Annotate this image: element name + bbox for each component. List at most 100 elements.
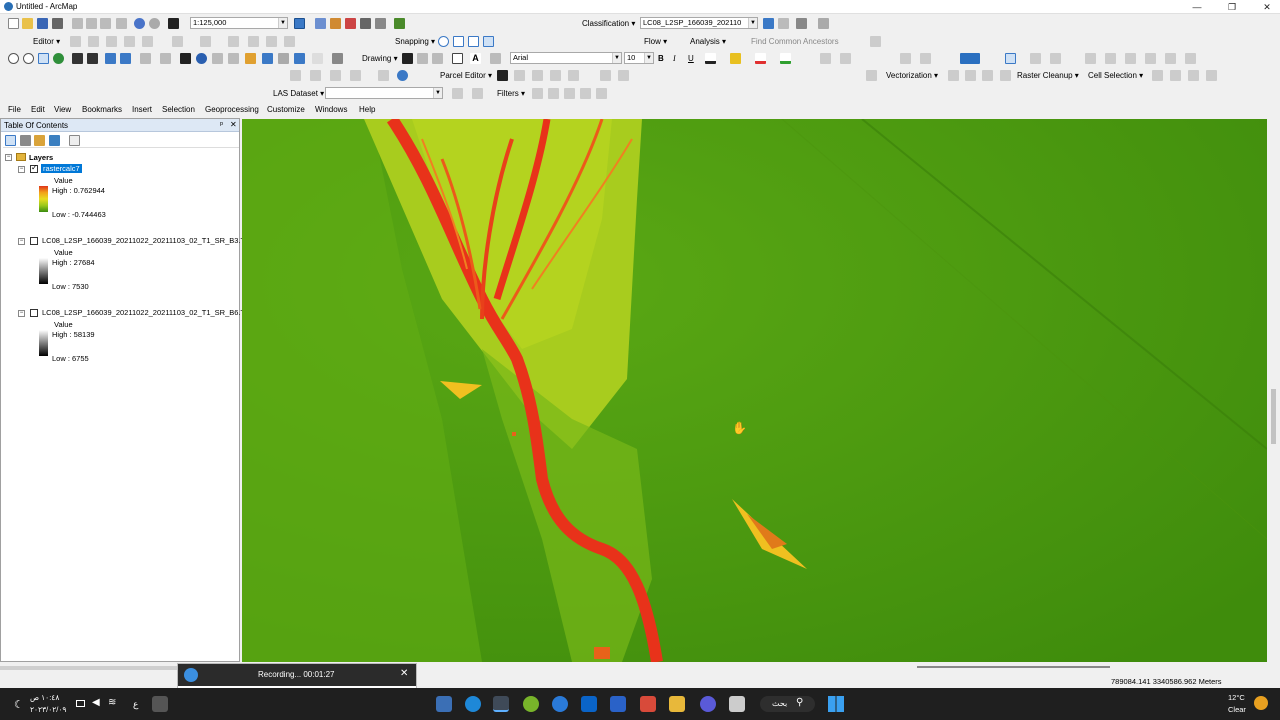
cell-selection-menu[interactable]: Cell Selection ▾ xyxy=(1088,67,1143,84)
zoom-out-icon[interactable] xyxy=(23,53,34,64)
parcel-split-icon[interactable] xyxy=(550,70,561,81)
trace-icon[interactable] xyxy=(1105,53,1116,64)
clear-selection-icon[interactable] xyxy=(160,53,171,64)
edit-vertices-icon[interactable] xyxy=(490,53,501,64)
model-builder-icon[interactable] xyxy=(375,18,386,29)
delete-icon[interactable] xyxy=(116,18,127,29)
measure-icon[interactable] xyxy=(245,53,256,64)
raster-color-swatch-icon[interactable] xyxy=(960,53,980,64)
go-to-xy-icon[interactable] xyxy=(294,53,305,64)
parcel-editor-menu[interactable]: Parcel Editor ▾ xyxy=(440,67,492,84)
store-taskbar-icon[interactable] xyxy=(610,696,626,712)
teams-taskbar-icon[interactable] xyxy=(700,696,716,712)
edit-tool-icon[interactable] xyxy=(70,36,81,47)
reshape-icon[interactable] xyxy=(124,36,135,47)
analysis-menu[interactable]: Analysis ▾ xyxy=(690,33,726,50)
vertex-snapping-icon[interactable] xyxy=(468,36,479,47)
wifi-icon[interactable]: ≋ xyxy=(108,697,116,708)
maximize-button[interactable]: ❐ xyxy=(1221,1,1243,13)
mail-taskbar-icon[interactable] xyxy=(581,696,597,712)
taskbar-date[interactable]: ٢٠٢٣/٠٢/٠٩ xyxy=(30,705,66,714)
menu-bookmarks[interactable]: Bookmarks xyxy=(82,105,122,114)
vectorization-menu[interactable]: Vectorization ▾ xyxy=(886,67,938,84)
line-offset-icon[interactable] xyxy=(330,70,341,81)
fixed-zoom-out-icon[interactable] xyxy=(87,53,98,64)
filters-menu[interactable]: Filters ▾ xyxy=(497,85,525,102)
classify-icon[interactable] xyxy=(778,18,789,29)
training-sample-icon[interactable] xyxy=(796,18,807,29)
new-document-icon[interactable] xyxy=(8,18,19,29)
feature-construction-icon[interactable] xyxy=(1085,53,1096,64)
forward-extent-icon[interactable] xyxy=(120,53,131,64)
rectangle-icon[interactable] xyxy=(452,53,463,64)
error-inspector-icon[interactable] xyxy=(284,36,295,47)
layer-name-rastercalc7[interactable]: rastercalc7 xyxy=(41,164,82,173)
raster-select-icon[interactable] xyxy=(1005,53,1016,64)
vectorize-options-icon[interactable] xyxy=(1185,53,1196,64)
file-explorer-taskbar-icon[interactable] xyxy=(669,696,685,712)
catalog-icon[interactable] xyxy=(330,18,341,29)
qgis-taskbar-icon[interactable] xyxy=(523,696,539,712)
parcel-details-icon[interactable] xyxy=(514,70,525,81)
whats-this-icon[interactable] xyxy=(394,18,405,29)
toc-pin-icon[interactable]: ᵖ xyxy=(220,120,223,129)
scroll-thumb[interactable] xyxy=(1271,389,1276,444)
editor-toolbar-icon[interactable] xyxy=(294,18,305,29)
create-features-icon[interactable] xyxy=(228,36,239,47)
undo-icon[interactable] xyxy=(134,18,145,29)
histogram-icon[interactable] xyxy=(763,18,774,29)
straight-segment-icon[interactable] xyxy=(88,36,99,47)
parcel-merge-icon[interactable] xyxy=(568,70,579,81)
data-frame-label[interactable]: Layers xyxy=(29,153,53,162)
close-window-button[interactable]: ✕ xyxy=(1256,1,1278,13)
validate-icon[interactable] xyxy=(266,36,277,47)
horizontal-scrollbar[interactable] xyxy=(0,666,180,670)
trace-clear-icon[interactable] xyxy=(870,36,881,47)
python-window-icon[interactable] xyxy=(360,18,371,29)
arcmap-taskbar-icon[interactable] xyxy=(493,696,509,712)
search-box[interactable]: بحث ⚲ xyxy=(760,696,815,712)
parcel-divide-icon[interactable] xyxy=(600,70,611,81)
list-by-drawing-order-icon[interactable] xyxy=(5,135,16,146)
menu-selection[interactable]: Selection xyxy=(162,105,195,114)
map-vertical-scrollbar[interactable] xyxy=(1268,119,1280,662)
underline-button[interactable]: U xyxy=(688,50,694,67)
weather-sun-icon[interactable] xyxy=(1254,696,1268,710)
las-point-icon[interactable] xyxy=(596,88,607,99)
windows-start-icon[interactable] xyxy=(828,696,844,712)
layer-name-b6[interactable]: LC08_L2SP_166039_20211022_20211103_02_T1… xyxy=(42,308,252,317)
point-snapping-icon[interactable] xyxy=(438,36,449,47)
las-dataset-combo[interactable]: ▼ xyxy=(325,87,443,99)
menu-customize[interactable]: Customize xyxy=(267,105,305,114)
raster-cleanup-menu[interactable]: Raster Cleanup ▾ xyxy=(1017,67,1079,84)
copy-icon[interactable] xyxy=(86,18,97,29)
layers-collapse-icon[interactable]: − xyxy=(5,154,12,161)
raster-brush-icon[interactable] xyxy=(920,53,931,64)
time-slider-icon[interactable] xyxy=(312,53,323,64)
las-zoom-icon[interactable] xyxy=(580,88,591,99)
map-scale-combo[interactable]: 1:125,000 ▼ xyxy=(190,17,288,29)
las-symbology-icon[interactable] xyxy=(452,88,463,99)
volume-icon[interactable]: ◀ xyxy=(92,697,100,708)
classification-menu[interactable]: Classification ▾ xyxy=(582,15,635,32)
signature-icon[interactable] xyxy=(818,18,829,29)
menu-windows[interactable]: Windows xyxy=(315,105,347,114)
map-horizontal-scrollbar[interactable] xyxy=(917,666,1110,668)
taskview-taskbar-icon[interactable] xyxy=(729,696,745,712)
pan-icon[interactable] xyxy=(38,53,49,64)
select-elements-icon[interactable] xyxy=(180,53,191,64)
marker-color-icon[interactable] xyxy=(780,53,791,64)
map-display[interactable]: ✋ xyxy=(242,119,1267,662)
menu-insert[interactable]: Insert xyxy=(132,105,152,114)
select-parcel-icon[interactable] xyxy=(497,70,508,81)
traverse-icon[interactable] xyxy=(310,70,321,81)
curve-icon[interactable] xyxy=(378,70,389,81)
layer-visibility-checkbox[interactable] xyxy=(30,309,38,317)
attributes-icon[interactable] xyxy=(172,36,183,47)
proportion-icon[interactable] xyxy=(350,70,361,81)
flow-menu[interactable]: Flow ▾ xyxy=(644,33,667,50)
vectorize-preview-icon[interactable] xyxy=(965,70,976,81)
editor-menu[interactable]: Editor ▾ xyxy=(33,33,60,50)
layer-collapse-icon[interactable]: − xyxy=(18,166,25,173)
layer-visibility-checkbox[interactable] xyxy=(30,237,38,245)
